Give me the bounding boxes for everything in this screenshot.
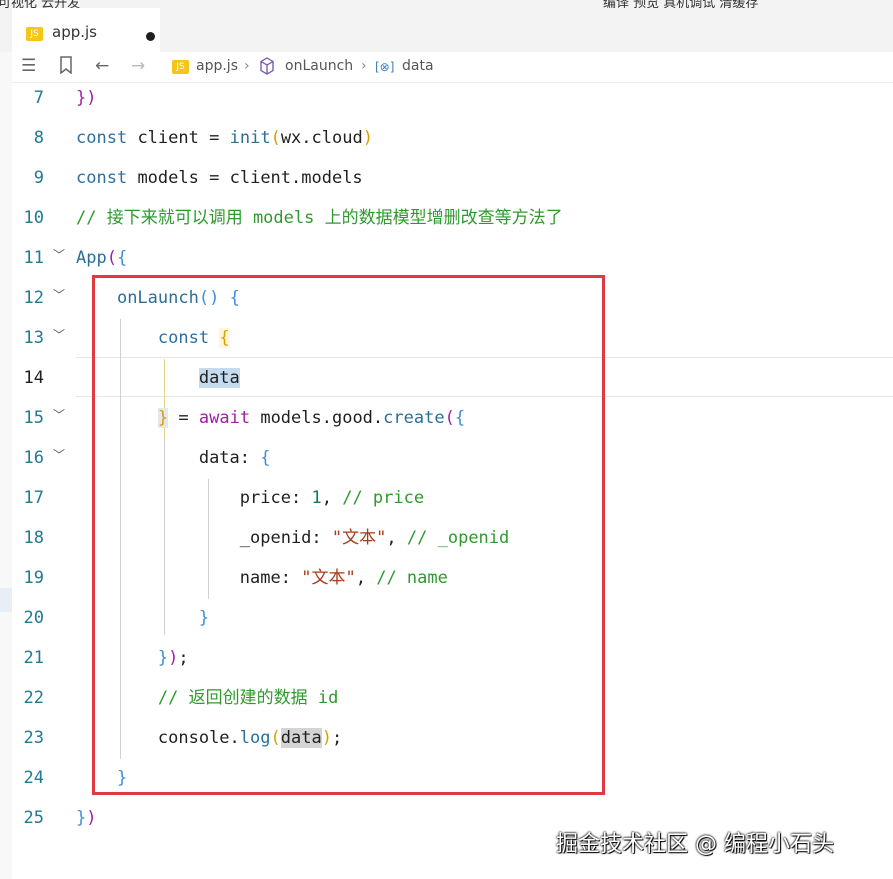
line-number: 15 — [23, 408, 44, 428]
line-number: 24 — [23, 768, 44, 788]
token: = — [209, 128, 220, 148]
token: }) — [76, 88, 97, 108]
fold-chevron-icon[interactable]: ﹀ — [53, 406, 65, 423]
line-number: 18 — [23, 528, 44, 548]
token: wx.cloud — [280, 128, 363, 148]
code-line-10: 10 // 接下来就可以调用 models 上的数据模型增删改查等方法了 — [12, 198, 893, 238]
line-number: 20 — [23, 608, 44, 628]
list-icon[interactable]: ☰ — [21, 56, 36, 76]
line-number: 17 — [23, 488, 44, 508]
breadcrumb-file[interactable]: app.js — [196, 58, 238, 74]
cube-method-icon — [259, 57, 275, 80]
watermark-text: 掘金技术社区 @ 编程小石头 — [556, 832, 834, 857]
fold-chevron-icon[interactable]: ﹀ — [53, 326, 65, 343]
line-number: 13 — [23, 328, 44, 348]
token: models — [137, 168, 199, 188]
line-number: 22 — [23, 688, 44, 708]
line-number: 16 — [23, 448, 44, 468]
fold-chevron-icon[interactable]: ﹀ — [53, 286, 65, 303]
menu-right-label[interactable]: 编译 预览 真机调试 清缓存 — [603, 0, 758, 8]
line-number: 12 — [23, 288, 44, 308]
line-number: 11 — [23, 248, 44, 268]
line-number: 25 — [23, 808, 44, 828]
back-arrow-icon[interactable]: ← — [95, 56, 109, 76]
code-line-9: 9 const models = client.models — [12, 158, 893, 198]
js-file-icon: JS — [26, 27, 43, 41]
code-line-8: 8 const client = init(wx.cloud) — [12, 118, 893, 158]
line-number: 23 — [23, 728, 44, 748]
unsaved-dot-icon[interactable] — [146, 32, 155, 41]
comment: // 接下来就可以调用 models 上的数据模型增删改查等方法了 — [76, 208, 563, 228]
line-number: 9 — [33, 168, 44, 188]
highlight-annotation-box — [92, 275, 605, 795]
menu-left-label[interactable]: 可视化 云开发 — [0, 0, 80, 8]
breadcrumb-variable[interactable]: data — [402, 58, 434, 74]
token: = — [209, 168, 220, 188]
forward-arrow-icon[interactable]: → — [131, 56, 145, 76]
token: client — [137, 128, 199, 148]
token: const — [76, 168, 128, 188]
tab-app-js[interactable]: JS app.js — [12, 8, 160, 52]
line-number: 8 — [33, 128, 44, 148]
token: init — [229, 128, 271, 148]
variable-icon: [⊗] — [375, 60, 395, 74]
tab-label: app.js — [52, 23, 97, 41]
line-number: 14 — [23, 368, 44, 388]
line-number: 10 — [23, 208, 44, 228]
fold-chevron-icon[interactable]: ﹀ — [53, 446, 65, 463]
left-gutter-strip — [0, 52, 12, 879]
chevron-right-icon: › — [361, 58, 367, 74]
token: client.models — [229, 168, 363, 188]
breadcrumb-method[interactable]: onLaunch — [285, 58, 353, 74]
fold-chevron-icon[interactable]: ﹀ — [53, 246, 65, 263]
token: App — [76, 248, 107, 268]
token: const — [76, 128, 128, 148]
js-file-icon: JS — [172, 60, 189, 74]
window-menu-bar: 可视化 云开发 编译 预览 真机调试 清缓存 — [0, 0, 893, 8]
code-line-7: 7 }) — [12, 78, 893, 118]
line-number: 21 — [23, 648, 44, 668]
bookmark-icon[interactable] — [59, 56, 73, 79]
chevron-right-icon: › — [244, 58, 250, 74]
gutter-marker — [0, 588, 12, 612]
code-line-11: 11 ﹀ App({ — [12, 238, 893, 278]
line-number: 7 — [33, 88, 44, 108]
line-number: 19 — [23, 568, 44, 588]
